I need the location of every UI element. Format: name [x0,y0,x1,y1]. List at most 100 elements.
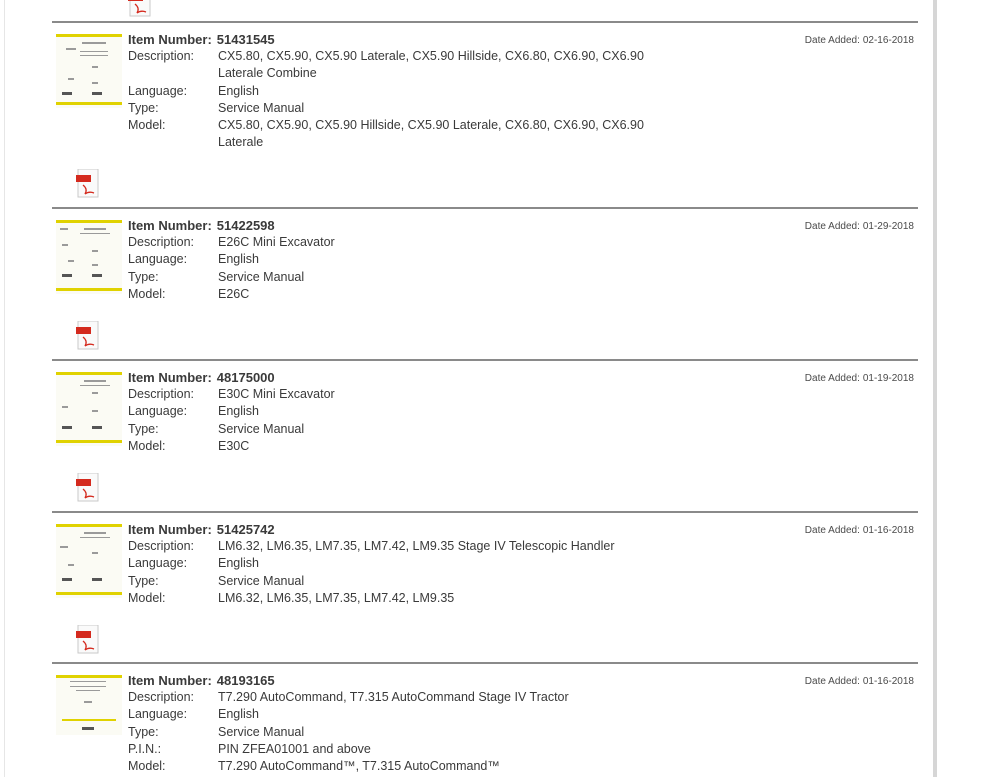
type-label: Type: [128,269,159,284]
vertical-scrollbar[interactable] [933,0,937,777]
type-label: Type: [128,421,159,436]
item-details: Item Number: 51422598 Description: E26C … [128,217,688,303]
model-label: Model: [128,759,166,774]
language-value: English [218,83,259,98]
manual-thumbnail[interactable] [56,372,122,446]
pin-value: PIN ZFEA01001 and above [218,741,371,756]
description-row: Description: E30C Mini Excavator [128,386,688,403]
item-number-row: Item Number: 48175000 [128,369,688,386]
date-added-value: 01-19-2018 [862,373,914,384]
model-row: Model: E26C [128,286,688,303]
model-value: T7.290 AutoCommand™, T7.315 AutoCommand™ [218,759,500,774]
description-value: E30C Mini Excavator [218,387,335,402]
type-value: Service Manual [218,269,305,284]
model-label: Model: [128,286,166,301]
list-item[interactable]: Item Number: 48175000 Description: E30C … [52,359,918,511]
pin-label: P.I.N.: [128,741,162,756]
language-row: Language: English [128,403,688,420]
type-row: Type: Service Manual [128,421,688,438]
item-number-value: 48175000 [216,370,275,385]
language-row: Language: English [128,555,688,572]
date-added: Date Added: 02-16-2018 [805,35,914,46]
item-number-label: Item Number: [128,673,212,688]
item-number-label: Item Number: [128,218,212,233]
model-label: Model: [128,590,166,605]
language-label: Language: [128,83,188,98]
manual-thumbnail[interactable] [56,220,122,294]
manual-thumbnail[interactable] [56,675,122,735]
type-value: Service Manual [218,421,305,436]
pdf-icon[interactable] [76,473,100,503]
description-row: Description: E26C Mini Excavator [128,234,688,251]
description-label: Description: [128,49,194,64]
type-row: Type: Service Manual [128,573,688,590]
model-row: Model: CX5.80, CX5.90, CX5.90 Hillside, … [128,117,648,151]
list-item[interactable]: Item Number: 51425742 Description: LM6.3… [52,511,918,663]
language-label: Language: [128,707,188,722]
description-row: Description: T7.290 AutoCommand, T7.315 … [128,689,688,706]
item-details: Item Number: 48193165 Description: T7.29… [128,672,688,775]
language-value: English [218,556,259,571]
date-added-value: 01-16-2018 [862,525,914,536]
item-number-row: Item Number: 51422598 [128,217,688,234]
language-value: English [218,252,259,267]
language-value: English [218,404,259,419]
item-details: Item Number: 48175000 Description: E30C … [128,369,688,455]
model-label: Model: [128,118,166,133]
date-added-label: Date Added: [804,221,860,232]
model-row: Model: E30C [128,438,688,455]
item-number-label: Item Number: [128,522,212,537]
type-value: Service Manual [218,724,305,739]
description-row: Description: CX5.80, CX5.90, CX5.90 Late… [128,48,688,82]
description-label: Description: [128,235,194,250]
description-value: LM6.32, LM6.35, LM7.35, LM7.42, LM9.35 S… [218,539,615,554]
window-left-border [4,0,5,777]
date-added: Date Added: 01-19-2018 [805,373,914,384]
model-label: Model: [128,438,166,453]
description-row: Description: LM6.32, LM6.35, LM7.35, LM7… [128,538,688,555]
type-row: Type: Service Manual [128,724,688,741]
date-added: Date Added: 01-16-2018 [805,525,914,536]
manual-thumbnail[interactable] [56,34,122,108]
pdf-icon[interactable] [76,169,100,199]
language-row: Language: English [128,83,688,100]
language-label: Language: [128,556,188,571]
date-added-label: Date Added: [804,35,860,46]
description-label: Description: [128,387,194,402]
pdf-icon[interactable] [76,321,100,351]
item-number-value: 48193165 [216,673,275,688]
type-value: Service Manual [218,100,305,115]
type-label: Type: [128,100,159,115]
date-added: Date Added: 01-29-2018 [805,221,914,232]
type-label: Type: [128,573,159,588]
description-label: Description: [128,539,194,554]
type-value: Service Manual [218,573,305,588]
list-item[interactable]: Item Number: 51422598 Description: E26C … [52,207,918,359]
date-added-value: 01-29-2018 [862,221,914,232]
pin-row: P.I.N.: PIN ZFEA01001 and above [128,741,688,758]
language-label: Language: [128,252,188,267]
language-row: Language: English [128,251,688,268]
item-number-row: Item Number: 51431545 [128,31,688,48]
list-item[interactable]: Item Number: 51431545 Description: CX5.8… [52,21,918,207]
date-added-value: 01-16-2018 [862,676,914,687]
model-value: CX5.80, CX5.90, CX5.90 Hillside, CX5.90 … [218,118,644,150]
manual-thumbnail[interactable] [56,524,122,598]
item-number-label: Item Number: [128,32,212,47]
description-label: Description: [128,690,194,705]
type-row: Type: Service Manual [128,269,688,286]
date-added: Date Added: 01-16-2018 [805,676,914,687]
pdf-icon[interactable] [76,625,100,655]
item-number-row: Item Number: 51425742 [128,521,688,538]
description-value: CX5.80, CX5.90, CX5.90 Laterale, CX5.90 … [218,49,644,81]
item-number-label: Item Number: [128,370,212,385]
model-value: LM6.32, LM6.35, LM7.35, LM7.42, LM9.35 [218,590,455,605]
date-added-label: Date Added: [804,676,860,687]
list-item[interactable]: Item Number: 48193165 Description: T7.29… [52,662,918,779]
type-label: Type: [128,724,159,739]
pdf-icon[interactable] [128,0,152,18]
item-number-row: Item Number: 48193165 [128,672,688,689]
date-added-label: Date Added: [804,373,860,384]
item-details: Item Number: 51425742 Description: LM6.3… [128,521,688,607]
model-value: E30C [218,438,250,453]
